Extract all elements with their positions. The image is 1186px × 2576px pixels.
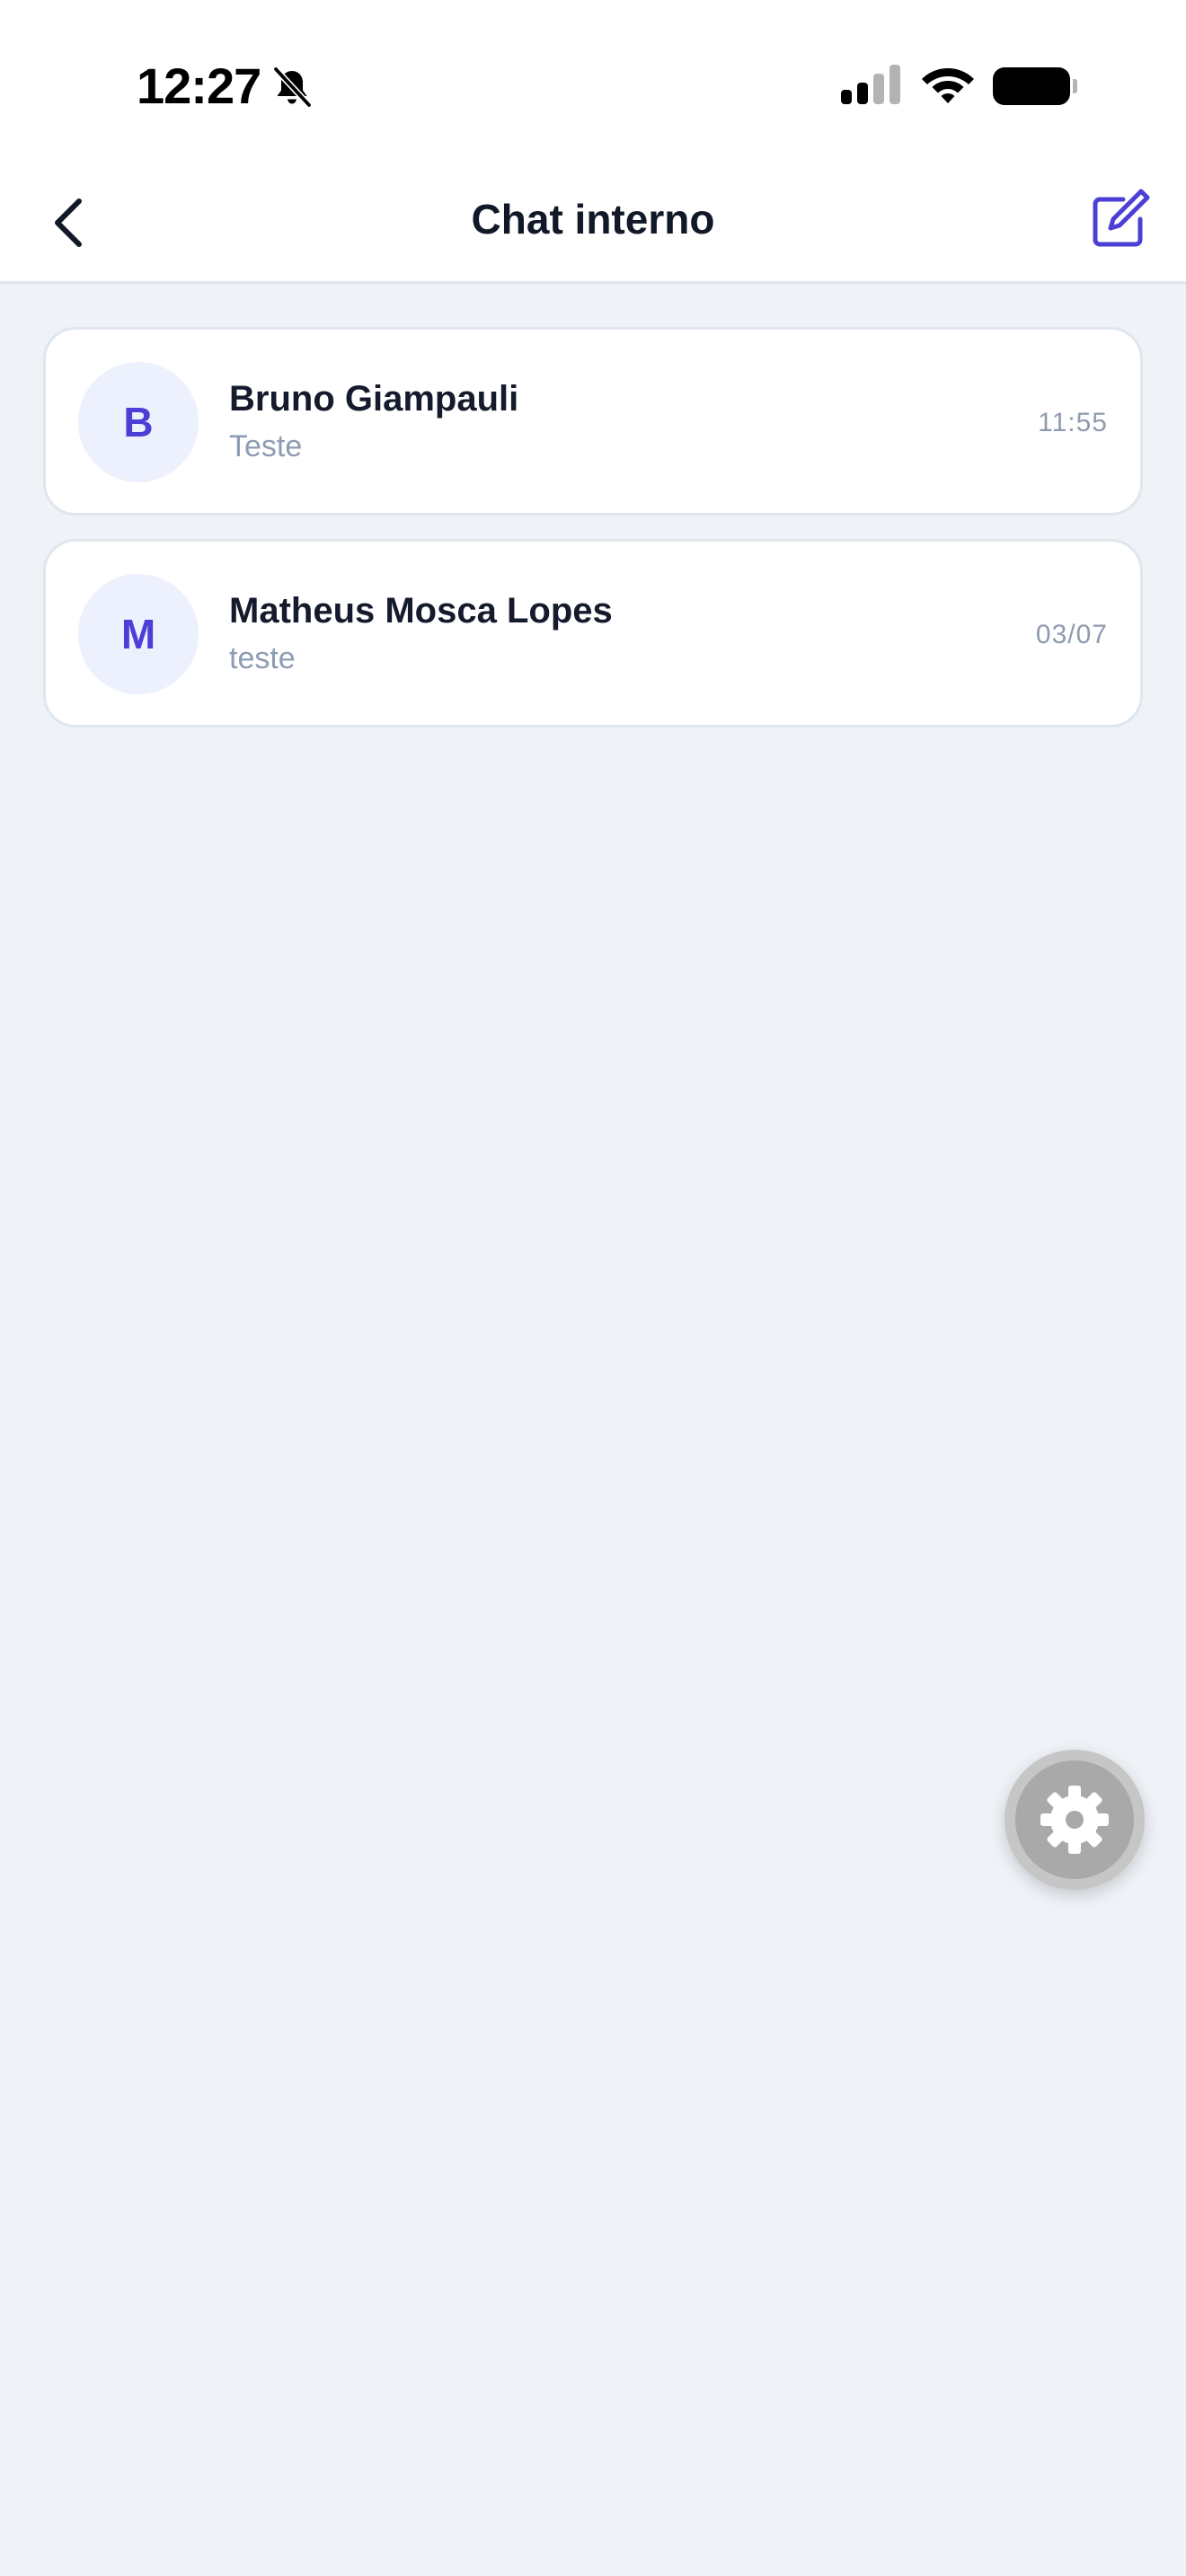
settings-button[interactable]: [1005, 1750, 1145, 1890]
avatar: M: [78, 574, 199, 694]
status-time: 12:27: [137, 57, 261, 114]
settings-button-inner: [1015, 1760, 1134, 1879]
battery-icon: [993, 67, 1077, 105]
chat-name: Matheus Mosca Lopes: [229, 591, 613, 631]
chat-list-item[interactable]: M Matheus Mosca Lopes teste 03/07: [43, 539, 1143, 728]
app-header: Chat interno: [0, 162, 1186, 284]
signal-icon: [841, 65, 900, 104]
chat-preview: teste: [229, 641, 296, 675]
avatar: B: [78, 362, 199, 482]
wifi-icon: [922, 68, 974, 103]
bell-off-icon: [272, 66, 313, 109]
chat-list: B Bruno Giampauli Teste 11:55 M Matheus …: [43, 327, 1143, 751]
chat-preview: Teste: [229, 429, 303, 463]
chat-time: 11:55: [1038, 408, 1108, 437]
gear-icon: [1040, 1786, 1109, 1854]
chat-list-item[interactable]: B Bruno Giampauli Teste 11:55: [43, 327, 1143, 516]
chat-time: 03/07: [1035, 620, 1108, 649]
status-bar: 12:27: [0, 0, 1186, 162]
chat-name: Bruno Giampauli: [229, 379, 519, 419]
compose-icon[interactable]: [1087, 181, 1155, 253]
page-title: Chat interno: [471, 196, 715, 243]
